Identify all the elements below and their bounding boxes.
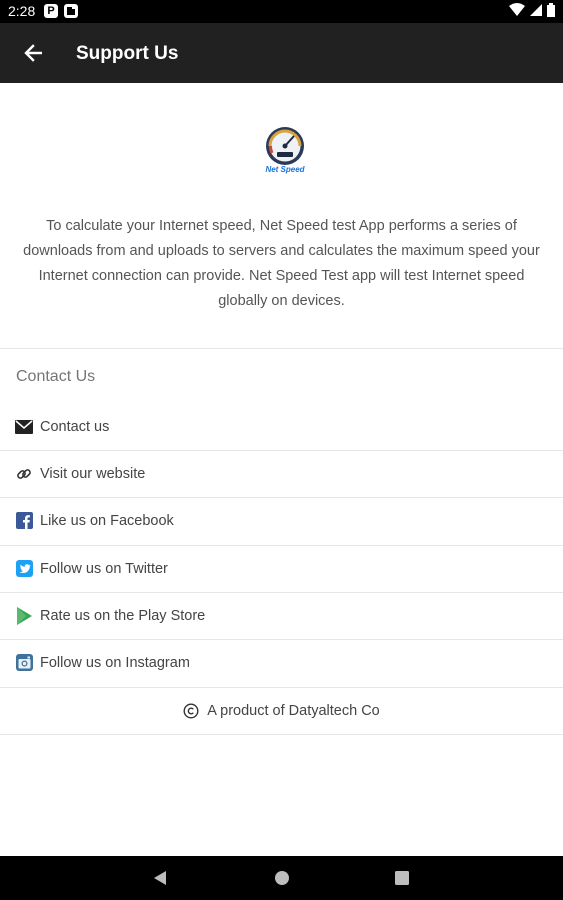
instagram-row[interactable]: Follow us on Instagram [0, 639, 563, 686]
twitter-icon [15, 560, 33, 578]
status-time: 2:28 [8, 3, 36, 19]
signal-icon [530, 4, 542, 16]
link-icon [15, 465, 33, 483]
speedometer-icon [266, 127, 304, 165]
contact-us-label: Contact us [40, 418, 110, 435]
visit-website-row[interactable]: Visit our website [0, 450, 563, 497]
page-title: Support Us [76, 43, 179, 64]
facebook-row[interactable]: Like us on Facebook [0, 497, 563, 544]
divider [0, 734, 563, 735]
app-logo: Net Speed [259, 124, 311, 180]
back-button[interactable] [18, 38, 48, 68]
notification-square-icon [64, 4, 78, 18]
facebook-label: Like us on Facebook [40, 512, 174, 529]
envelope-icon [15, 418, 33, 436]
status-notification-icons: P [44, 4, 78, 18]
play-store-row[interactable]: Rate us on the Play Store [0, 592, 563, 639]
nav-home-button[interactable] [272, 868, 292, 888]
instagram-icon [15, 654, 33, 672]
status-system-icons [509, 3, 555, 17]
arrow-left-icon [24, 44, 42, 62]
home-circle-icon [275, 871, 289, 885]
play-store-label: Rate us on the Play Store [40, 607, 206, 624]
system-nav-bar [0, 856, 563, 900]
status-bar: 2:28 P [0, 0, 563, 23]
twitter-label: Follow us on Twitter [40, 560, 168, 577]
section-title-contact: Contact Us [16, 368, 96, 385]
logo-caption: Net Speed [265, 165, 305, 174]
contact-us-row[interactable]: Contact us [0, 403, 563, 450]
notification-p-icon: P [44, 4, 58, 18]
nav-recents-button[interactable] [392, 868, 412, 888]
twitter-row[interactable]: Follow us on Twitter [0, 545, 563, 592]
copyright-icon [183, 703, 199, 719]
instagram-label: Follow us on Instagram [40, 654, 190, 671]
facebook-icon [15, 512, 33, 530]
battery-icon [547, 3, 555, 17]
divider [0, 348, 563, 349]
footer-text: A product of Datyaltech Co [207, 703, 380, 719]
recents-square-icon [395, 871, 409, 885]
app-description: To calculate your Internet speed, Net Sp… [23, 218, 540, 309]
visit-website-label: Visit our website [40, 465, 146, 482]
play-store-icon [15, 606, 33, 625]
app-bar: Support Us [0, 23, 563, 83]
footer-credit: A product of Datyaltech Co [0, 688, 563, 734]
nav-back-button[interactable] [150, 868, 170, 888]
back-triangle-icon [154, 871, 166, 885]
wifi-icon [509, 3, 525, 16]
